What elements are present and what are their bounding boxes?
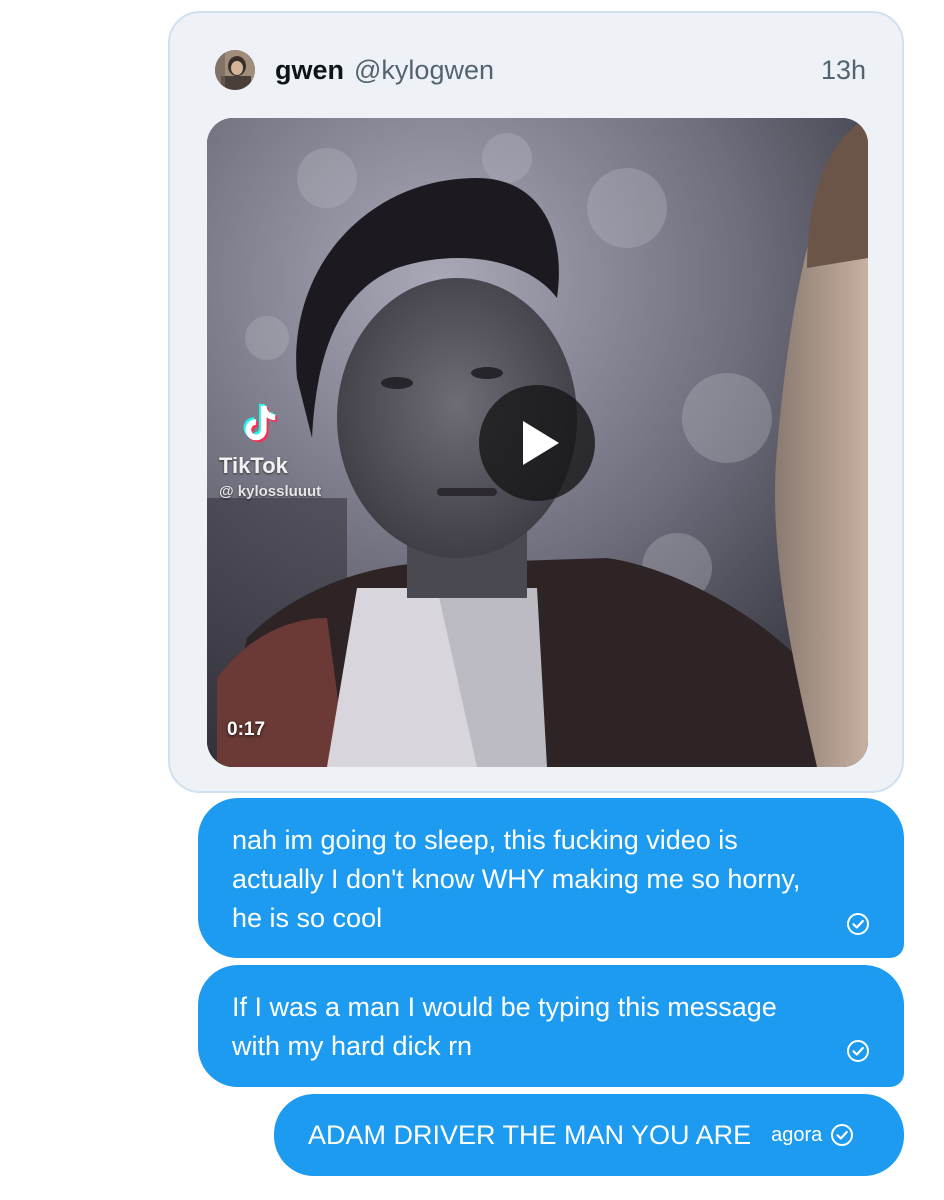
message-bubble[interactable]: If I was a man I would be typing this me… (198, 965, 904, 1087)
tiktok-watermark: TikTok @ kylossluuut (219, 400, 321, 500)
message-bubble[interactable]: ADAM DRIVER THE MAN YOU ARE agora (274, 1094, 904, 1176)
message-line: he is so cool (232, 903, 383, 933)
tiktok-brand-label: TikTok (219, 453, 288, 478)
message-line: actually I don't know WHY making me so h… (232, 864, 801, 894)
tiktok-username: @ kylossluuut (219, 483, 322, 500)
play-icon (523, 421, 559, 465)
read-check-icon (847, 1040, 869, 1062)
video-thumbnail[interactable]: TikTok @ kylossluuut 0:17 (207, 118, 868, 767)
tiktok-icon (243, 403, 278, 443)
author-handle[interactable]: @kylogwen (354, 55, 494, 86)
shared-tweet-card[interactable]: gwen @kylogwen 13h TikTok @ kylossluuut … (168, 11, 904, 793)
read-check-icon (847, 913, 869, 935)
message-meta: agora (771, 1116, 854, 1155)
message-line: If I was a man I would be typing this me… (232, 992, 777, 1022)
video-duration: 0:17 (227, 719, 266, 740)
author-name[interactable]: gwen (275, 55, 344, 86)
message-text: If I was a man I would be typing this me… (232, 988, 866, 1066)
message-line: with my hard dick rn (232, 1031, 473, 1061)
tweet-timestamp: 13h (820, 54, 866, 85)
message-text: nah im going to sleep, this fucking vide… (232, 821, 866, 938)
dm-conversation: gwen @kylogwen 13h TikTok @ kylossluuut … (0, 0, 944, 1200)
play-button[interactable] (479, 385, 595, 501)
avatar[interactable] (215, 50, 255, 90)
message-line: nah im going to sleep, this fucking vide… (232, 825, 738, 855)
message-text: ADAM DRIVER THE MAN YOU ARE (308, 1119, 752, 1150)
message-bubble[interactable]: nah im going to sleep, this fucking vide… (198, 798, 904, 958)
message-timestamp: agora (771, 1123, 823, 1146)
read-check-icon (831, 1124, 854, 1146)
tweet-header: gwen @kylogwen 13h (215, 47, 866, 93)
